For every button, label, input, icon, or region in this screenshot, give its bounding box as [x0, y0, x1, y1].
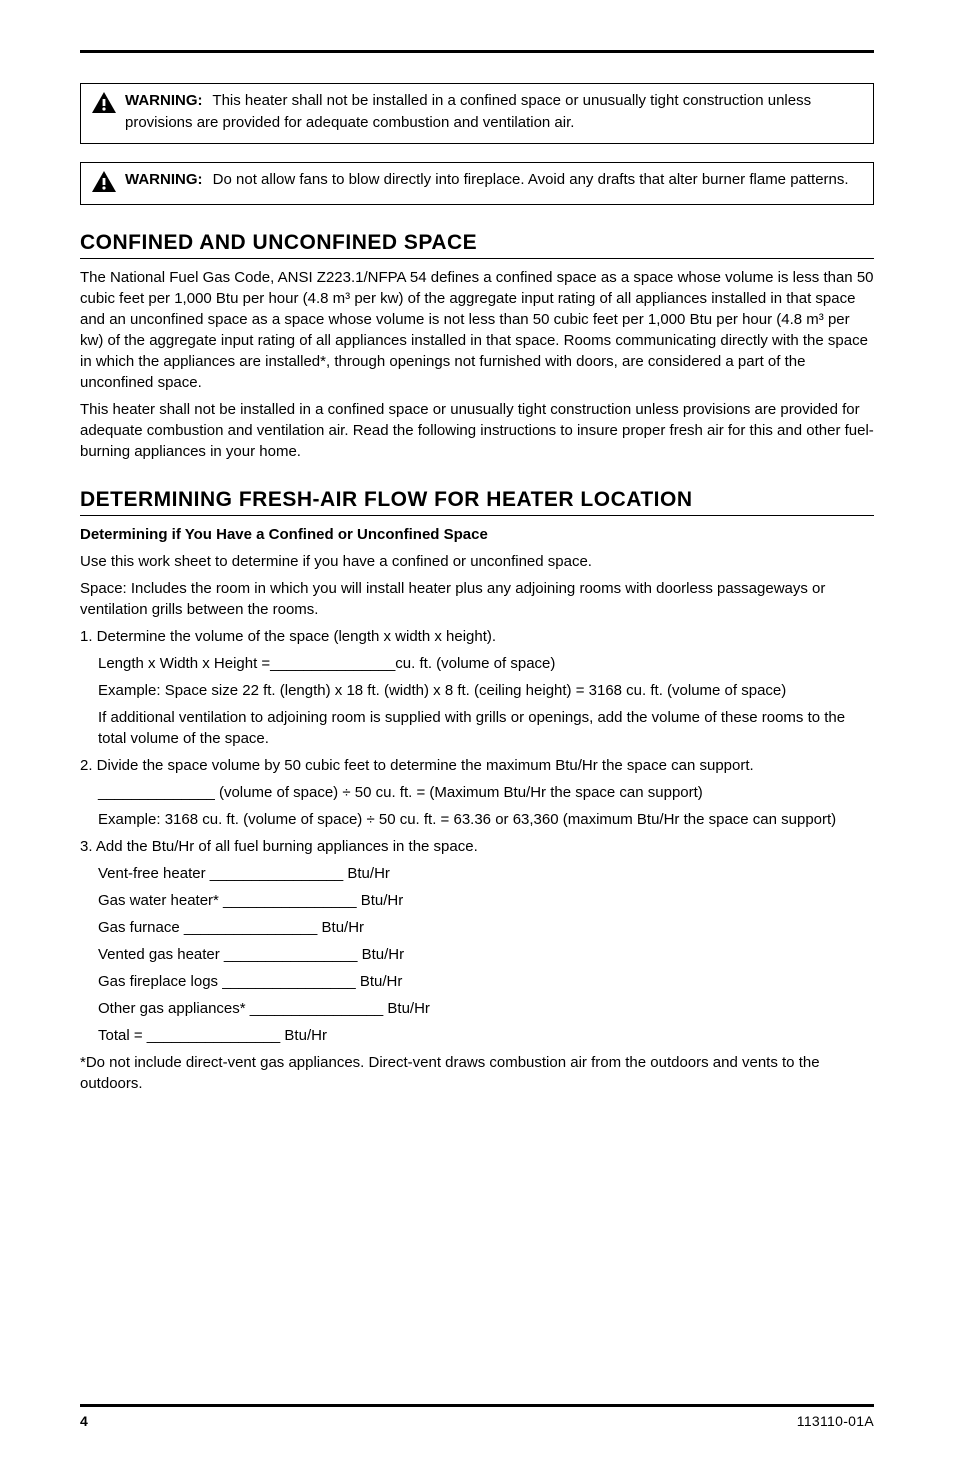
section-rule: [80, 258, 874, 259]
callout-warning-2: WARNING: Do not allow fans to blow direc…: [80, 162, 874, 205]
paragraph: The National Fuel Gas Code, ANSI Z223.1/…: [80, 267, 874, 393]
callout-title: WARNING:: [125, 92, 203, 109]
section-confined-unconfined: CONFINED AND UNCONFINED SPACE The Nation…: [80, 231, 874, 462]
paragraph: This heater shall not be installed in a …: [80, 399, 874, 462]
warning-triangle-icon: [91, 170, 117, 194]
warning-triangle-icon: [91, 91, 117, 115]
paragraph: ______________ (volume of space) ÷ 50 cu…: [80, 782, 874, 803]
paragraph: 1. Determine the volume of the space (le…: [80, 626, 874, 647]
paragraph: Gas water heater* ________________ Btu/H…: [80, 890, 874, 911]
page: WARNING: This heater shall not be instal…: [0, 0, 954, 1475]
paragraph: Gas furnace ________________ Btu/Hr: [80, 917, 874, 938]
paragraph: Example: Space size 22 ft. (length) x 18…: [80, 680, 874, 701]
paragraph: 3. Add the Btu/Hr of all fuel burning ap…: [80, 836, 874, 857]
paragraph: Vented gas heater ________________ Btu/H…: [80, 944, 874, 965]
page-footer: 4 113110-01A: [80, 1404, 874, 1429]
paragraph: Other gas appliances* ________________ B…: [80, 998, 874, 1019]
paragraph: Gas fireplace logs ________________ Btu/…: [80, 971, 874, 992]
paragraph: Example: 3168 cu. ft. (volume of space) …: [80, 809, 874, 830]
page-number: 4: [80, 1413, 88, 1429]
callout-body: This heater shall not be installed in a …: [125, 92, 811, 131]
top-rule: [80, 50, 874, 53]
paragraph: Determining if You Have a Confined or Un…: [80, 524, 874, 545]
section-rule: [80, 515, 874, 516]
callout-body: Do not allow fans to blow directly into …: [213, 171, 849, 188]
paragraph: Space: Includes the room in which you wi…: [80, 578, 874, 620]
section-heading: CONFINED AND UNCONFINED SPACE: [80, 231, 874, 255]
paragraph: *Do not include direct-vent gas applianc…: [80, 1052, 874, 1094]
paragraph: Total = ________________ Btu/Hr: [80, 1025, 874, 1046]
paragraph: Vent-free heater ________________ Btu/Hr: [80, 863, 874, 884]
paragraph: Length x Width x Height =_______________…: [80, 653, 874, 674]
paragraph: Use this work sheet to determine if you …: [80, 551, 874, 572]
document-number: 113110-01A: [797, 1413, 874, 1429]
bottom-rule: [80, 1404, 874, 1407]
paragraph: If additional ventilation to adjoining r…: [80, 707, 874, 749]
paragraph: 2. Divide the space volume by 50 cubic f…: [80, 755, 874, 776]
section-heading: DETERMINING FRESH-AIR FLOW FOR HEATER LO…: [80, 488, 874, 512]
section-fresh-air-flow: DETERMINING FRESH-AIR FLOW FOR HEATER LO…: [80, 488, 874, 1094]
callout-title: WARNING:: [125, 171, 203, 188]
callout-warning-1: WARNING: This heater shall not be instal…: [80, 83, 874, 144]
